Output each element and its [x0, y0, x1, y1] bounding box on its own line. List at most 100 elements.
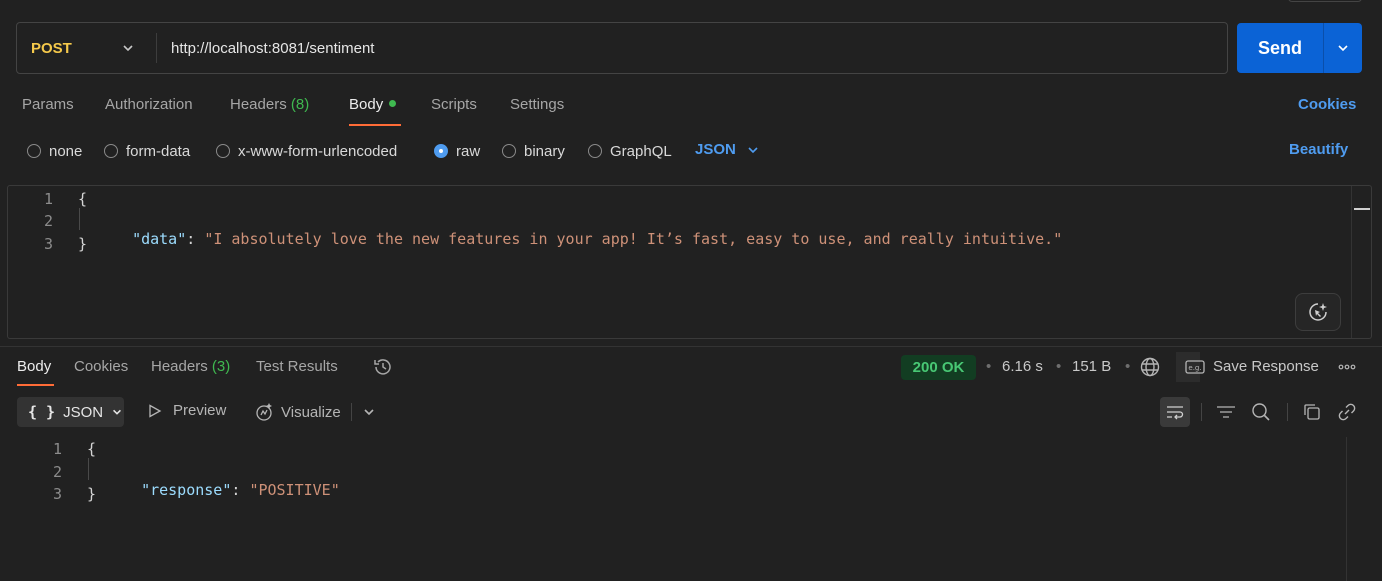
radio-urlencoded[interactable]: x-www-form-urlencoded [216, 141, 397, 161]
save-response-label: Save Response [1213, 358, 1319, 375]
chevron-down-icon[interactable] [362, 405, 376, 419]
radio-binary[interactable]: binary [502, 141, 565, 161]
braces-icon: { } [28, 403, 56, 421]
chevron-down-icon [1338, 45, 1348, 52]
url-input[interactable]: http://localhost:8081/sentiment [171, 23, 1211, 73]
beautify-button[interactable]: Beautify [1289, 141, 1348, 158]
send-button[interactable]: Send [1237, 23, 1323, 73]
method-label: POST [31, 39, 72, 57]
response-scrollbar[interactable] [1346, 437, 1347, 581]
response-tab-test-results[interactable]: Test Results [256, 358, 338, 375]
visualize-icon [256, 403, 272, 421]
tab-headers-label: Headers [230, 96, 287, 113]
link-icon [1338, 403, 1356, 421]
json-key: "data" [132, 230, 187, 248]
radio-form-data[interactable]: form-data [104, 141, 190, 161]
history-icon[interactable] [372, 356, 394, 378]
json-string: "I absolutely love the new features in y… [204, 230, 1063, 248]
radio-circle [588, 144, 602, 158]
url-separator [156, 33, 157, 63]
ai-assist-icon [1309, 303, 1327, 321]
filter-icon [1217, 406, 1235, 418]
active-tab-indicator [17, 384, 54, 386]
line-number: 2 [52, 463, 62, 481]
tab-body[interactable]: Body [349, 96, 397, 116]
link-button[interactable] [1335, 400, 1359, 424]
url-bar: POST http://localhost:8081/sentiment [16, 22, 1228, 74]
play-icon [149, 403, 162, 418]
method-select[interactable]: POST [17, 23, 157, 73]
json-colon: : [231, 481, 250, 499]
scroll-marker [1354, 208, 1370, 210]
radio-circle [27, 144, 41, 158]
radio-circle [216, 144, 230, 158]
meta-separator: • [986, 358, 992, 375]
radio-circle [104, 144, 118, 158]
status-badge[interactable]: 200 OK [901, 355, 976, 380]
response-tab-headers-label: Headers [151, 358, 208, 375]
line-number: 1 [43, 190, 53, 208]
response-format-select[interactable]: { } JSON [17, 397, 124, 427]
modified-dot [389, 100, 397, 107]
radio-graphql[interactable]: GraphQL [588, 141, 672, 161]
copy-icon [1304, 404, 1320, 420]
code-line: "data": "I absolutely love the new featu… [114, 212, 1062, 248]
radio-label: form-data [126, 142, 191, 160]
ai-assist-button[interactable] [1295, 293, 1341, 331]
toolbar-separator [1201, 403, 1202, 421]
toolbar-separator [1287, 403, 1288, 421]
meta-separator: • [1056, 358, 1062, 375]
code-line: "response": "POSITIVE" [123, 463, 340, 499]
response-time[interactable]: 6.16 s [1002, 358, 1043, 375]
response-tab-cookies[interactable]: Cookies [74, 358, 128, 375]
indent-guide [88, 458, 89, 480]
visualize-label: Visualize [281, 403, 341, 421]
language-select[interactable]: JSON [695, 141, 760, 158]
tab-params[interactable]: Params [22, 96, 74, 116]
globe-icon[interactable] [1139, 356, 1161, 378]
wrap-lines-icon [1167, 406, 1184, 420]
tab-authorization[interactable]: Authorization [105, 96, 193, 116]
send-options-button[interactable] [1323, 23, 1362, 73]
copy-button[interactable] [1300, 400, 1324, 424]
response-size[interactable]: 151 B [1072, 358, 1111, 375]
search-button[interactable] [1249, 400, 1273, 424]
tab-settings[interactable]: Settings [510, 96, 564, 116]
chevron-down-icon [113, 409, 122, 415]
radio-label: x-www-form-urlencoded [238, 142, 398, 160]
save-response-icon: e.g. [1185, 359, 1205, 374]
json-key: "response" [141, 481, 232, 499]
tab-headers-count: (8) [290, 96, 310, 113]
filter-button[interactable] [1214, 400, 1238, 424]
response-format-label: JSON [63, 403, 104, 421]
request-body-editor[interactable] [7, 185, 1372, 339]
wrap-lines-button[interactable] [1160, 397, 1190, 427]
preview-button[interactable]: Preview [148, 402, 226, 419]
radio-none[interactable]: none [27, 141, 82, 161]
indent-guide [79, 208, 80, 230]
radio-raw[interactable]: raw [434, 141, 480, 161]
tab-body-label: Body [349, 96, 384, 113]
active-tab-indicator [349, 124, 401, 126]
more-icon[interactable] [1337, 360, 1357, 374]
visualize-button[interactable]: Visualize [254, 402, 341, 422]
response-tab-body[interactable]: Body [17, 358, 51, 375]
save-response-button[interactable]: e.g. Save Response [1185, 358, 1319, 375]
svg-text:e.g.: e.g. [1188, 364, 1201, 372]
open-brace: { [87, 440, 97, 458]
search-icon [1252, 403, 1270, 421]
preview-label: Preview [173, 402, 227, 419]
response-tab-headers[interactable]: Headers (3) [151, 358, 230, 375]
response-tab-headers-count: (3) [211, 358, 231, 375]
cookies-link[interactable]: Cookies [1298, 96, 1356, 113]
line-number: 3 [52, 485, 62, 503]
window-edge [1288, 0, 1362, 2]
radio-label: binary [524, 142, 565, 160]
json-colon: : [186, 230, 205, 248]
radio-circle [502, 144, 516, 158]
line-number: 3 [43, 235, 53, 253]
radio-circle-checked [434, 144, 448, 158]
tab-scripts[interactable]: Scripts [431, 96, 477, 116]
toolbar-separator [351, 403, 352, 421]
tab-headers[interactable]: Headers (8) [230, 96, 309, 116]
